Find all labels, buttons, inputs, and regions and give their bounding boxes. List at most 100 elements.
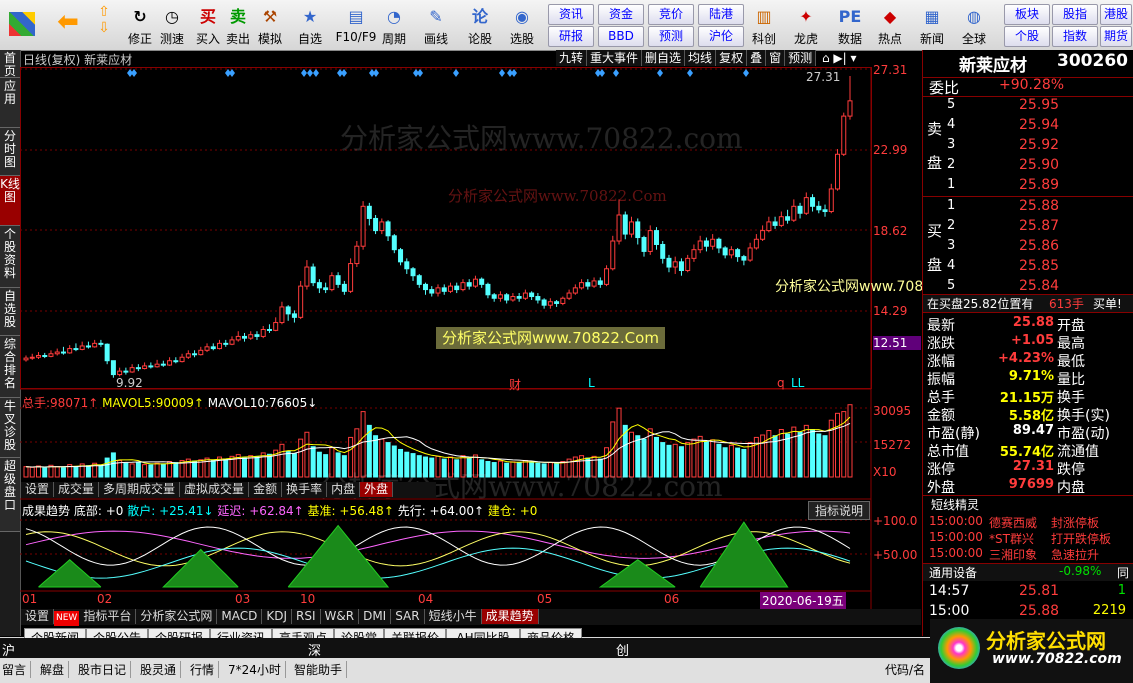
left-tab-0[interactable]: 首页	[0, 50, 20, 78]
event-q[interactable]: q	[777, 376, 785, 390]
indicator-tab-0[interactable]: 设置	[21, 609, 55, 624]
indicator-tab-8[interactable]: SAR	[391, 609, 425, 624]
toolbar-yanbao-button[interactable]: 研报	[548, 26, 594, 47]
app-logo-icon[interactable]	[4, 0, 40, 50]
indicator-tab-2[interactable]: 分析家公式网	[136, 609, 218, 624]
toolbar-jingjia-button[interactable]: 竞价	[648, 4, 694, 25]
volume-bar	[778, 429, 784, 478]
left-tab-1[interactable]: 应用	[0, 78, 20, 128]
toolbar-button-10[interactable]: ◉ 选股	[506, 0, 538, 50]
toolbar-lugang-button[interactable]: 陆港	[698, 4, 744, 25]
status-item-6[interactable]: 智能助手	[294, 661, 348, 678]
toolbar-button-14[interactable]: ◆ 热点	[874, 0, 906, 50]
toolbar-button-1[interactable]: ◷ 测速	[156, 0, 188, 50]
stat-label-8: 涨停	[927, 462, 955, 478]
chart-header-button-1[interactable]: 重大事件	[587, 50, 643, 66]
back-arrow-icon[interactable]: ⬅	[50, 0, 86, 50]
toolbar-zijin-button[interactable]: 资金	[598, 4, 644, 25]
elf-name-0[interactable]: 德赛西威	[989, 514, 1037, 531]
event-ll[interactable]: LL	[791, 376, 804, 390]
chart-nav-icon[interactable]: ⌂ ▶| ▾	[822, 51, 857, 65]
toolbar-gegu-button[interactable]: 个股	[1004, 26, 1050, 47]
elf-name-2[interactable]: 三湘印象	[989, 546, 1037, 563]
index-label-2[interactable]: 创	[616, 640, 629, 659]
indicator-tab-7[interactable]: DMI	[359, 609, 392, 624]
left-tab-2[interactable]: 分时图	[0, 128, 20, 176]
toolbar-button-2[interactable]: 买买入	[192, 0, 224, 50]
toolbar-label-15: 新闻	[919, 32, 944, 46]
toolbar-guzhi-button[interactable]: 股指	[1052, 4, 1098, 25]
elf-name-1[interactable]: *ST群兴	[989, 530, 1034, 547]
toolbar-button-11[interactable]: ▥ 科创	[748, 0, 780, 50]
volume-tab-0[interactable]: 设置	[21, 482, 55, 497]
volume-tab-7[interactable]: 外盘	[360, 482, 394, 497]
toolbar-button-0[interactable]: ↻ 修正	[124, 0, 156, 50]
toolbar-ganggu-button[interactable]: 港股	[1100, 4, 1132, 25]
indicator-tab-1[interactable]: 指标平台	[79, 609, 137, 624]
toolbar-button-12[interactable]: ✦ 龙虎	[790, 0, 822, 50]
toolbar-yuce-button[interactable]: 预测	[648, 26, 694, 47]
index-label-0[interactable]: 沪	[2, 640, 15, 659]
toolbar-zhishu-button[interactable]: 指数	[1052, 26, 1098, 47]
candle-body	[98, 342, 104, 345]
volume-tab-1[interactable]: 成交量	[54, 482, 100, 497]
chart-header-button-5[interactable]: 叠	[747, 50, 767, 66]
toolbar-hulun-button[interactable]: 沪伦	[698, 26, 744, 47]
toolbar-button-3[interactable]: 卖卖出	[222, 0, 254, 50]
chart-header-button-3[interactable]: 均线	[685, 50, 717, 66]
indicator-help-button[interactable]: 指标说明	[808, 501, 871, 520]
event-cai[interactable]: 财	[509, 376, 521, 393]
status-item-0[interactable]: 留言	[2, 661, 32, 678]
toolbar-button-8[interactable]: ✎ 画线	[420, 0, 452, 50]
chart-header-button-0[interactable]: 九转	[556, 50, 588, 66]
indicator-tab-4[interactable]: KDJ	[262, 609, 293, 624]
status-item-5[interactable]: 7*24小时	[228, 661, 286, 678]
toolbar-icon-14: ◆	[883, 7, 897, 26]
candle-body	[254, 334, 260, 337]
candle-body	[354, 245, 360, 265]
volume-tab-6[interactable]: 内盘	[327, 482, 361, 497]
toolbar-button-15[interactable]: ▦ 新闻	[916, 0, 948, 50]
left-tab-6[interactable]: 综合排名	[0, 336, 20, 398]
stat-right-label-9: 内盘	[1057, 480, 1085, 496]
toolbar-button-5[interactable]: ★ 自选	[294, 0, 326, 50]
status-item-4[interactable]: 行情	[190, 661, 220, 678]
toolbar-bankuai-button[interactable]: 板块	[1004, 4, 1050, 25]
toolbar-bbd-button[interactable]: BBD	[598, 26, 644, 47]
left-tab-5[interactable]: 自选股	[0, 288, 20, 336]
volume-tab-4[interactable]: 金额	[249, 482, 283, 497]
toolbar-button-4[interactable]: ⚒ 模拟	[254, 0, 286, 50]
index-label-1[interactable]: 深	[308, 640, 321, 659]
indicator-tab-6[interactable]: W&R	[321, 609, 360, 624]
toolbar-button-13[interactable]: PE 数据	[834, 0, 866, 50]
toolbar-zixun-button[interactable]: 资讯	[548, 4, 594, 25]
toolbar-qihuo-button[interactable]: 期货	[1100, 26, 1132, 47]
chart-header-button-7[interactable]: 预测	[785, 50, 817, 66]
toolbar-button-9[interactable]: 论论股	[464, 0, 496, 50]
indicator-tab-10[interactable]: 成果趋势	[481, 609, 539, 624]
left-tab-3[interactable]: K线图	[0, 176, 20, 226]
candle-body	[791, 205, 797, 221]
toolbar-button-6[interactable]: ▤ F10/F9	[334, 0, 378, 50]
code-search-label[interactable]: 代码/名	[885, 661, 925, 678]
indicator-tab-9[interactable]: 短线小牛	[425, 609, 482, 624]
indicator-tab-3[interactable]: MACD	[217, 609, 263, 624]
indicator-tab-5[interactable]: RSI	[292, 609, 321, 624]
volume-tab-2[interactable]: 多周期成交量	[99, 482, 181, 497]
status-item-3[interactable]: 股灵通	[140, 661, 182, 678]
up-down-arrow-icon[interactable]: ⇧ ⇩	[92, 0, 116, 50]
candle-body	[229, 339, 235, 345]
chart-header-button-2[interactable]: 删自选	[642, 50, 686, 66]
volume-tab-3[interactable]: 虚拟成交量	[180, 482, 250, 497]
left-tab-7[interactable]: 牛叉诊股	[0, 398, 20, 458]
toolbar-button-7[interactable]: ◔ 周期	[378, 0, 410, 50]
volume-tab-5[interactable]: 换手率	[282, 482, 328, 497]
chart-header-button-4[interactable]: 复权	[716, 50, 748, 66]
toolbar-button-16[interactable]: ◍ 全球	[958, 0, 990, 50]
left-tab-4[interactable]: 个股资料	[0, 226, 20, 288]
chart-header-button-6[interactable]: 窗	[766, 50, 786, 66]
status-item-1[interactable]: 解盘	[40, 661, 70, 678]
left-tab-8[interactable]: 超级盘口	[0, 458, 20, 532]
status-item-2[interactable]: 股市日记	[78, 661, 132, 678]
event-l[interactable]: L	[588, 376, 595, 390]
